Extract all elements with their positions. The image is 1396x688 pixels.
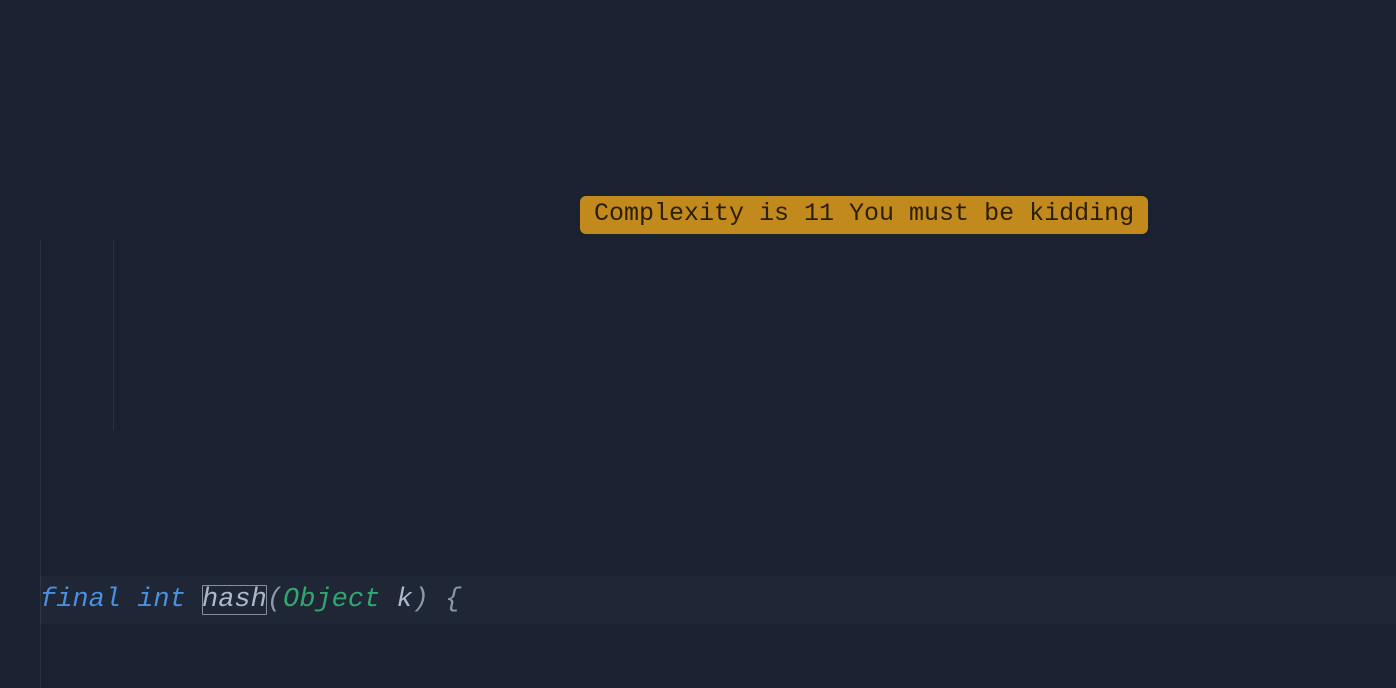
param-k: k	[396, 585, 412, 615]
code-editor[interactable]: Complexity is 11 You must be kidding fin…	[0, 192, 1396, 688]
method-name-hash: hash	[202, 585, 267, 615]
code-line[interactable]: final int hash(Object k) {	[40, 576, 1396, 624]
brace-open: {	[445, 585, 461, 615]
indent-guide	[113, 240, 114, 430]
paren-open: (	[267, 585, 283, 615]
complexity-badge: Complexity is 11 You must be kidding	[580, 196, 1148, 234]
keyword-final: final	[40, 585, 121, 615]
paren-close: )	[413, 585, 429, 615]
type-object: Object	[283, 585, 380, 615]
keyword-int: int	[137, 585, 186, 615]
